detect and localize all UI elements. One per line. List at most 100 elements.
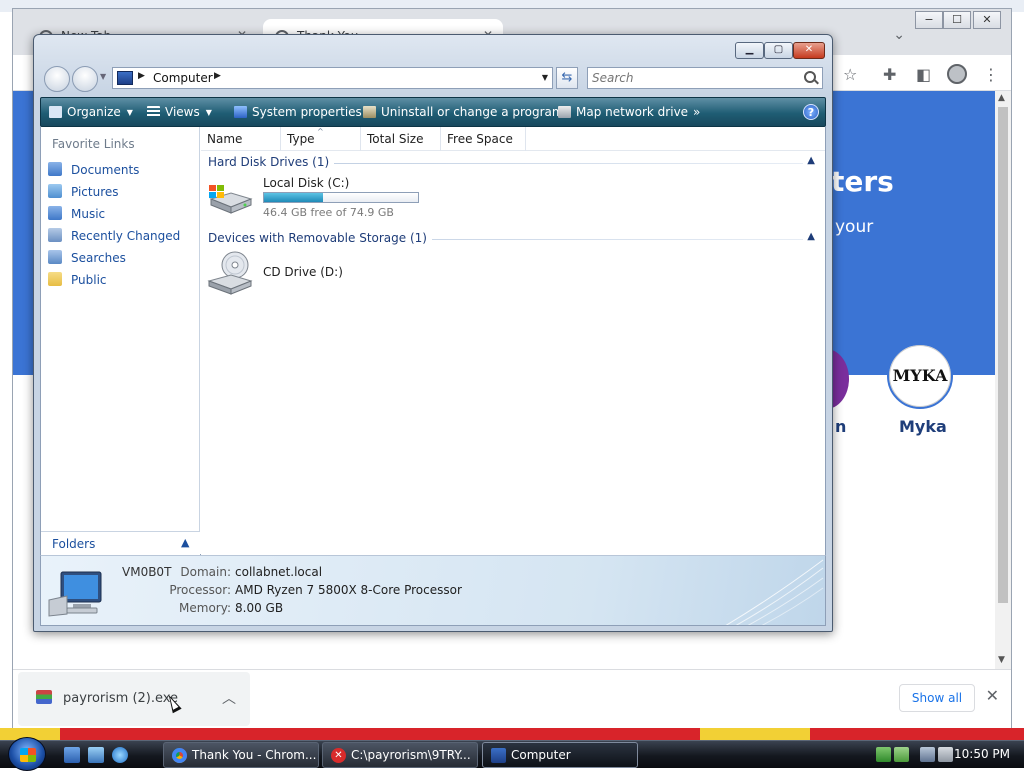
column-header-row: Name Type ^ Total Size Free Space: [201, 127, 825, 151]
side-panel-icon[interactable]: ◧: [916, 65, 931, 84]
chrome-maximize-button[interactable]: ☐: [943, 11, 971, 29]
favorite-link-public[interactable]: Public: [48, 270, 194, 290]
favorite-link-documents[interactable]: Documents: [48, 160, 194, 180]
search-icon[interactable]: [804, 71, 816, 83]
column-header-total-size[interactable]: Total Size: [361, 127, 441, 151]
myka-logo[interactable]: MYKA: [887, 343, 953, 409]
forward-button[interactable]: [72, 66, 98, 92]
explorer-maximize-button[interactable]: ▢: [764, 42, 793, 59]
column-header-free-space[interactable]: Free Space: [441, 127, 526, 151]
breadcrumb-separator-icon[interactable]: ▶: [214, 71, 221, 81]
taskbar-button-computer[interactable]: Computer: [482, 742, 638, 768]
address-bar[interactable]: ▶ Computer ▶ ▼: [112, 67, 553, 89]
chevron-up-icon[interactable]: ︿: [222, 688, 236, 708]
clock[interactable]: 10:50 PM: [954, 747, 1010, 761]
background-page-strip: [0, 728, 1024, 740]
search-box[interactable]: [587, 67, 823, 89]
start-button[interactable]: [8, 737, 46, 771]
network-status-icon[interactable]: [920, 747, 935, 762]
views-button[interactable]: Views ▼: [147, 105, 212, 119]
explorer-close-button[interactable]: ✕: [793, 42, 825, 59]
explorer-minimize-button[interactable]: ▁: [735, 42, 764, 59]
column-header-name[interactable]: Name: [201, 127, 281, 151]
address-dropdown-icon[interactable]: ▼: [542, 73, 548, 82]
taskbar-button-chrome[interactable]: Thank You - Chrom...: [163, 742, 319, 768]
chevron-up-icon[interactable]: ▲: [803, 155, 815, 166]
download-item[interactable]: payrorism (2).exe ︿: [18, 672, 250, 726]
chrome-icon: [172, 748, 187, 763]
chrome-close-button[interactable]: ✕: [973, 11, 1001, 29]
chrome-menu-icon[interactable]: ⋮: [983, 65, 999, 84]
internet-explorer-icon[interactable]: [112, 747, 128, 763]
network-tray-icon[interactable]: [876, 747, 891, 762]
group-header-hard-disk-drives[interactable]: Hard Disk Drives (1) ▲: [201, 153, 821, 171]
favorite-link-recently-changed[interactable]: Recently Changed: [48, 226, 194, 246]
hard-drive-icon: [209, 185, 253, 214]
breadcrumb-separator-icon[interactable]: ▶: [138, 71, 145, 81]
drive-cd-drive-d[interactable]: CD Drive (D:): [207, 251, 587, 301]
chevron-up-icon: ▲: [181, 536, 190, 549]
system-properties-button[interactable]: System properties: [234, 105, 362, 119]
tab-search-chevron-icon[interactable]: ⌄: [893, 27, 905, 43]
more-commands-button[interactable]: »: [693, 105, 700, 119]
taskbar-button-label: C:\payrorism\9TRY...: [351, 748, 471, 762]
chevron-down-icon: ▼: [205, 108, 212, 117]
computer-icon: [117, 71, 133, 85]
explorer-window: ▁ ▢ ✕ ▼ ▶ Computer ▶ ▼ ⇆ Organize ▼ Views…: [33, 34, 833, 632]
map-network-drive-label: Map network drive: [576, 105, 689, 119]
breadcrumb-computer[interactable]: Computer: [153, 71, 213, 85]
drive-usage-fill: [264, 193, 323, 202]
chrome-minimize-button[interactable]: −: [915, 11, 943, 29]
chrome-scrollbar[interactable]: ▲ ▼: [995, 91, 1011, 669]
uninstall-button[interactable]: Uninstall or change a program: [363, 105, 564, 119]
chevron-down-icon: ▼: [126, 108, 133, 117]
scroll-up-icon[interactable]: ▲: [998, 93, 1005, 103]
processor-value: AMD Ryzen 7 5800X 8-Core Processor: [235, 583, 462, 597]
help-icon[interactable]: ?: [803, 104, 819, 120]
computer-monitor-icon: [48, 571, 102, 617]
profile-avatar-icon[interactable]: [947, 64, 967, 84]
favorite-link-searches[interactable]: Searches: [48, 248, 194, 268]
search-input[interactable]: [589, 69, 797, 87]
volume-muted-icon[interactable]: [938, 747, 953, 762]
group-header-removable-storage[interactable]: Devices with Removable Storage (1) ▲: [201, 229, 821, 247]
drive-name: Local Disk (C:): [263, 176, 350, 190]
uninstall-icon: [363, 106, 376, 118]
banner-subtitle: your: [835, 217, 874, 237]
partner-name: n: [835, 417, 847, 436]
refresh-button[interactable]: ⇆: [556, 67, 578, 89]
music-icon: [48, 206, 62, 220]
error-icon: ✕: [331, 748, 346, 763]
navigation-pane: Favorite Links Documents Pictures Music …: [41, 127, 200, 555]
recent-pages-chevron-icon[interactable]: ▼: [100, 72, 106, 81]
chevron-up-icon[interactable]: ▲: [803, 231, 815, 242]
scrollbar-thumb[interactable]: [998, 107, 1008, 603]
exe-file-icon: [36, 690, 52, 704]
decorative-swoosh: [725, 559, 824, 625]
taskbar-button-error-dialog[interactable]: ✕ C:\payrorism\9TRY...: [322, 742, 478, 768]
organize-icon: [49, 106, 62, 118]
domain-value: collabnet.local: [235, 565, 323, 579]
show-all-button[interactable]: Show all: [899, 684, 975, 712]
favorite-link-label: Music: [71, 207, 106, 221]
scroll-down-icon[interactable]: ▼: [998, 655, 1005, 665]
bookmark-star-icon[interactable]: ☆: [843, 65, 857, 84]
detail-label: Memory:: [179, 601, 231, 615]
back-button[interactable]: [44, 66, 70, 92]
map-network-drive-icon: [558, 106, 571, 118]
favorite-link-label: Public: [71, 273, 107, 287]
map-network-drive-button[interactable]: Map network drive: [558, 105, 688, 119]
show-desktop-icon[interactable]: [64, 747, 80, 763]
system-tray: 10:50 PM: [872, 741, 1024, 769]
security-tray-icon[interactable]: [894, 747, 909, 762]
extensions-puzzle-icon[interactable]: ✚: [883, 65, 896, 84]
download-shelf: payrorism (2).exe ︿ Show all ✕: [13, 669, 1011, 729]
favorite-link-music[interactable]: Music: [48, 204, 194, 224]
organize-button[interactable]: Organize ▼: [49, 105, 133, 119]
drive-local-disk-c[interactable]: Local Disk (C:) 46.4 GB free of 74.9 GB: [207, 175, 587, 225]
switch-windows-icon[interactable]: [88, 747, 104, 763]
taskbar-button-label: Thank You - Chrom...: [192, 748, 317, 762]
folders-toggle[interactable]: Folders ▲: [41, 531, 200, 555]
close-icon[interactable]: ✕: [986, 686, 999, 705]
favorite-link-pictures[interactable]: Pictures: [48, 182, 194, 202]
